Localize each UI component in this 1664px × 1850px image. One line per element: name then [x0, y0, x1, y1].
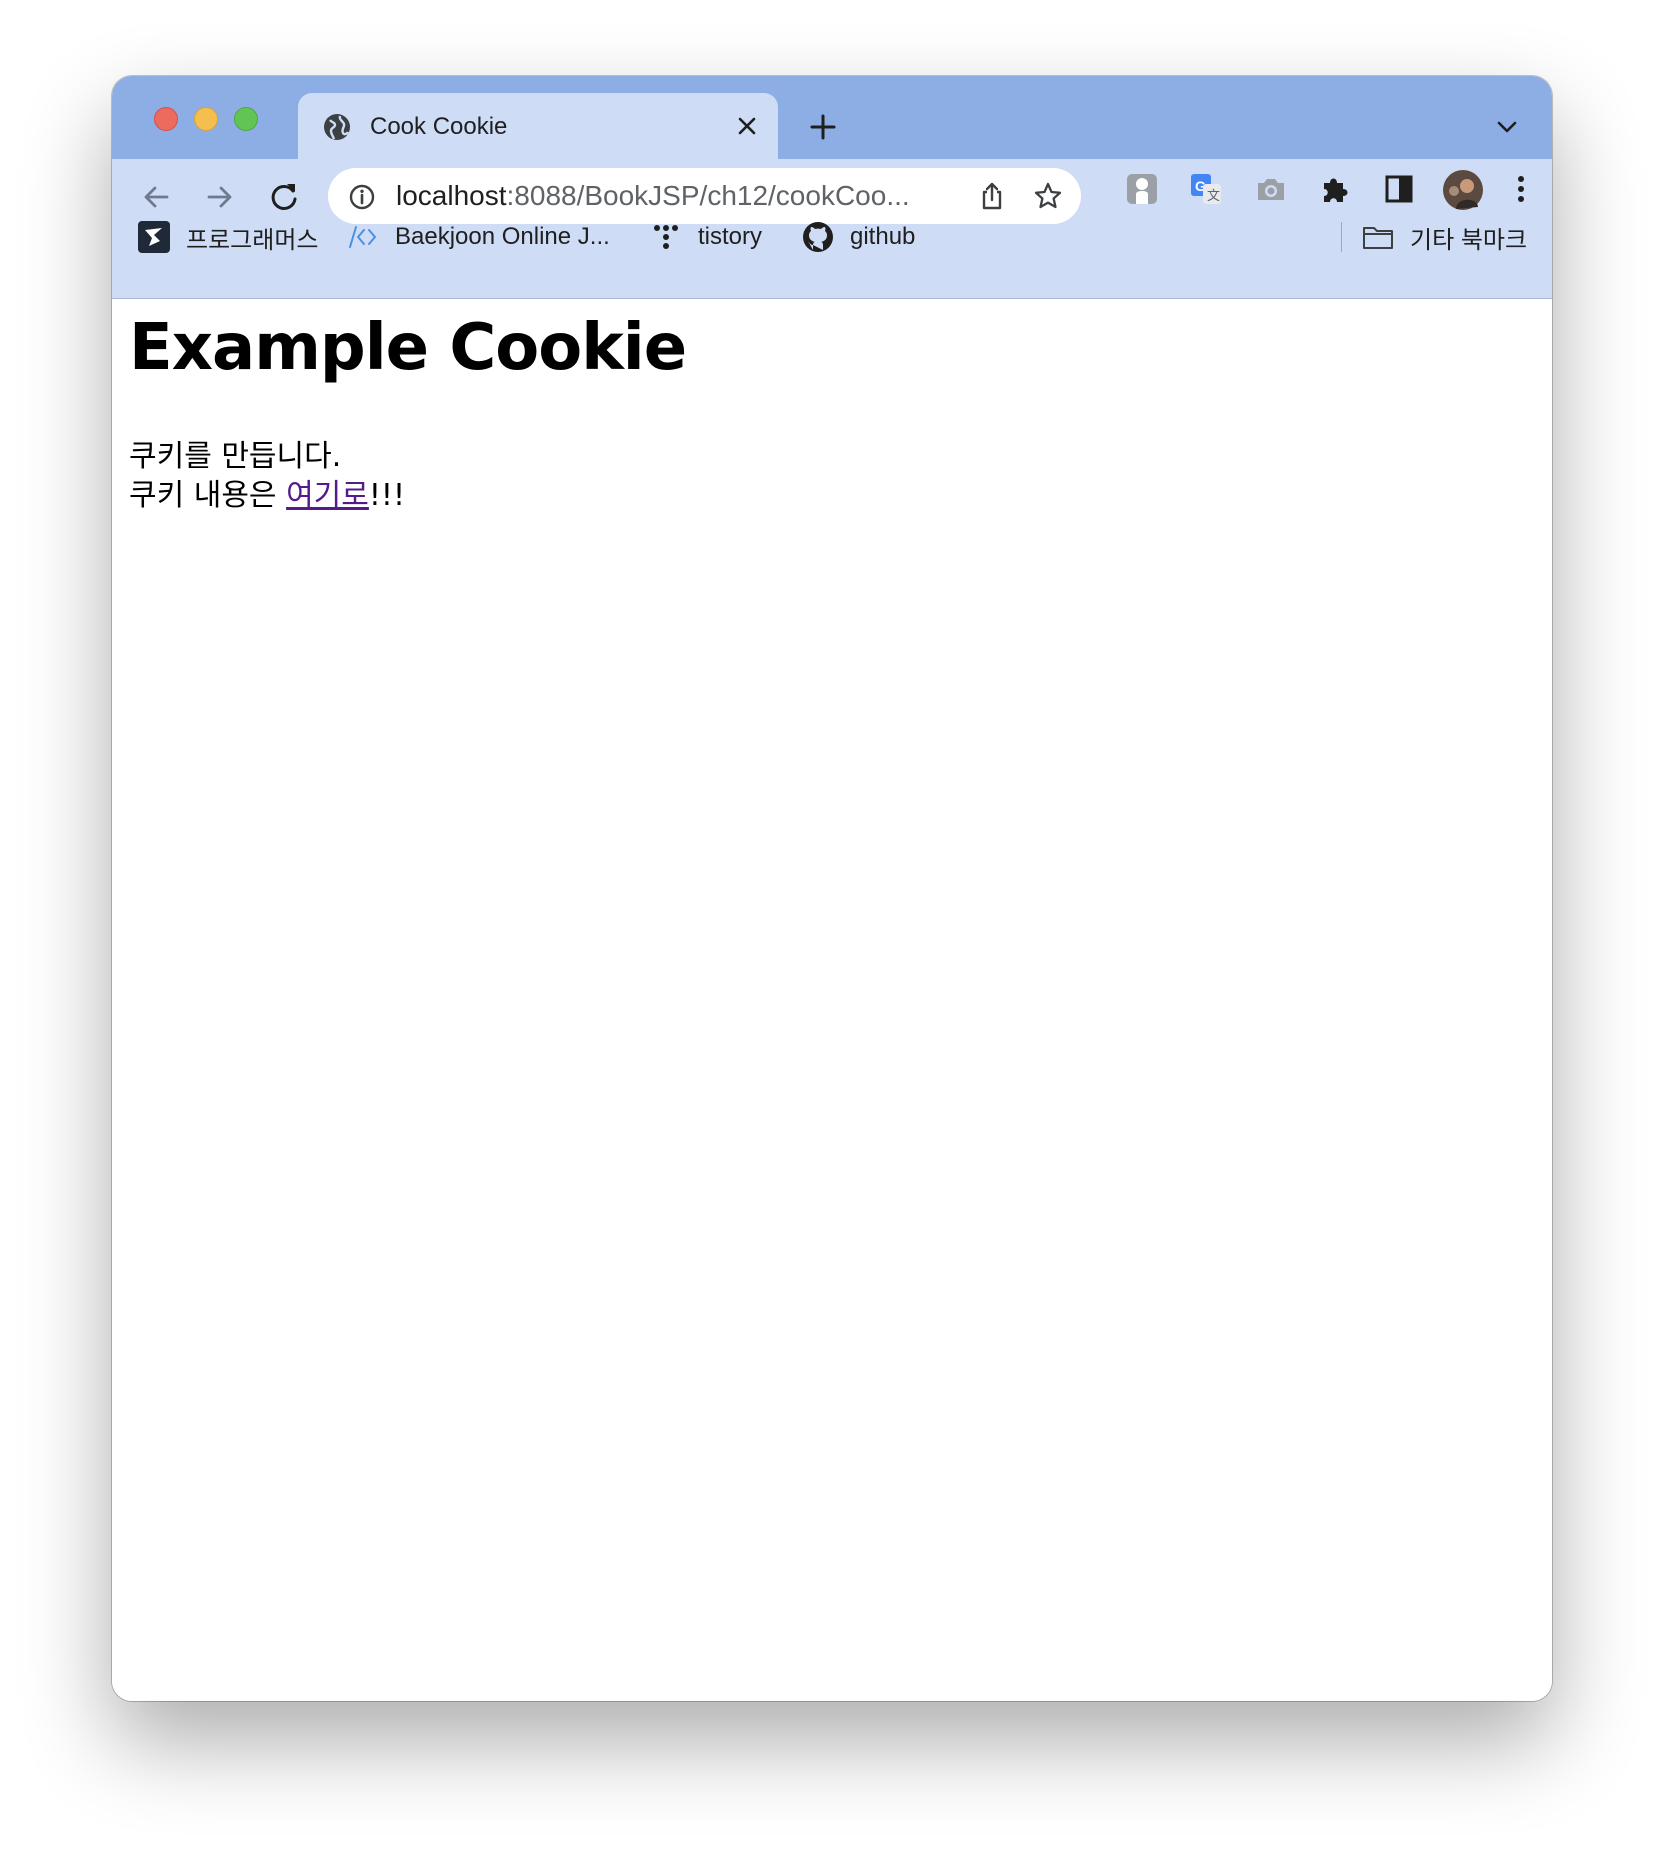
close-icon[interactable]	[735, 114, 759, 138]
code-brackets-icon	[349, 226, 376, 248]
page-content: Example Cookie 쿠키를 만듭니다. 쿠키 내용은 여기로!!!	[112, 299, 1552, 1701]
tab-cook-cookie[interactable]: Cook Cookie	[298, 93, 778, 159]
touch-extension-icon[interactable]	[1125, 172, 1159, 206]
bookmark-star-icon[interactable]	[1033, 181, 1063, 211]
cookie-created-text: 쿠키를 만듭니다.	[129, 439, 342, 474]
camera-icon[interactable]	[1254, 172, 1288, 206]
tistory-icon	[654, 225, 678, 249]
close-window-button[interactable]	[154, 107, 178, 131]
info-icon[interactable]	[348, 183, 376, 211]
tab-strip: Cook Cookie	[112, 76, 1552, 159]
forward-arrow-icon[interactable]	[202, 179, 238, 215]
cookie-content-line: 쿠키 내용은 여기로!!!	[129, 476, 405, 516]
bookmark-baekjoon[interactable]: Baekjoon Online J...	[347, 217, 610, 257]
new-tab-button[interactable]	[807, 111, 839, 143]
address-bar[interactable]: localhost:8088/BookJSP/ch12/cookCoo...	[328, 168, 1081, 224]
more-menu-icon[interactable]	[1504, 172, 1538, 206]
cookie-content-prefix: 쿠키 내용은	[129, 478, 287, 513]
bookmark-github[interactable]: github	[802, 217, 915, 257]
bookmark-tistory[interactable]: tistory	[650, 217, 762, 257]
svg-text:文: 文	[1207, 189, 1220, 204]
url-text[interactable]: localhost:8088/BookJSP/ch12/cookCoo...	[396, 180, 956, 212]
fullscreen-window-button[interactable]	[234, 107, 258, 131]
globe-icon	[324, 114, 350, 140]
reload-icon[interactable]	[266, 179, 302, 215]
profile-avatar[interactable]	[1442, 169, 1484, 211]
other-bookmarks-folder[interactable]: 기타 북마크	[1362, 217, 1527, 257]
github-icon	[803, 222, 833, 252]
cookie-content-suffix: !!!	[368, 478, 405, 513]
programmers-icon	[138, 221, 170, 253]
back-arrow-icon[interactable]	[138, 179, 174, 215]
extensions-puzzle-icon[interactable]	[1318, 172, 1352, 206]
bookmark-separator	[1341, 222, 1342, 252]
cookie-content-link[interactable]: 여기로	[286, 478, 369, 513]
chevron-down-icon[interactable]	[1496, 116, 1518, 138]
page-heading: Example Cookie	[129, 311, 687, 385]
bookmark-programmers[interactable]: 프로그래머스	[138, 217, 318, 257]
browser-window: Cook Cookie localhost:8088/BookJSP/ch12/…	[112, 76, 1552, 1701]
google-translate-icon[interactable]: G 文	[1189, 172, 1223, 206]
share-icon[interactable]	[977, 181, 1007, 211]
side-panel-icon[interactable]	[1382, 172, 1416, 206]
tab-title: Cook Cookie	[370, 113, 508, 140]
minimize-window-button[interactable]	[194, 107, 218, 131]
folder-icon	[1363, 227, 1393, 249]
